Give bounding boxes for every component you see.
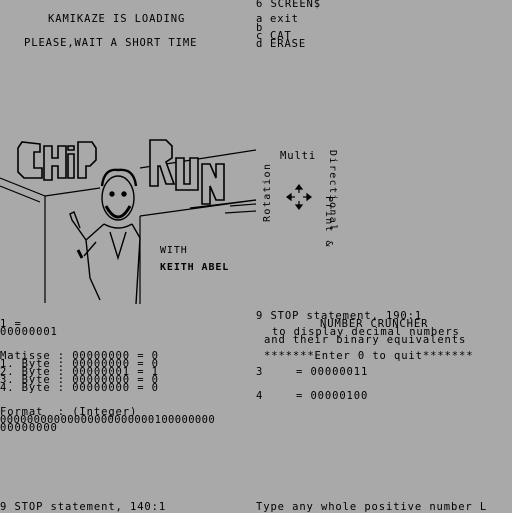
logo-run [149, 139, 225, 205]
wait-message: PLEASE,WAIT A SHORT TIME [24, 37, 198, 49]
result-number: 3 [256, 366, 264, 378]
status-line: 9 STOP statement, 140:1 [0, 501, 167, 513]
title-artwork [0, 128, 256, 304]
title-artwork-svg [0, 139, 256, 304]
logo-chip [17, 141, 97, 181]
cruncher-subtitle: and their binary equivalents [264, 334, 467, 346]
keith-figure [69, 168, 141, 304]
side-label-rotation: Rotation [262, 162, 273, 222]
binary-value: 00000001 [0, 326, 58, 338]
side-label-print: Print & [323, 196, 334, 248]
result-binary: = 00000011 [296, 366, 369, 378]
menu-key: d [256, 38, 264, 50]
with-label: WITH [160, 245, 188, 256]
directional-arrows-icon [286, 184, 312, 210]
side-label-multi: Multi [280, 150, 317, 162]
menu-title: 6 SCREEN$ [256, 0, 321, 10]
quit-instruction: *******Enter 0 to quit******* [264, 350, 474, 362]
loading-message: KAMIKAZE IS LOADING [48, 13, 186, 25]
format-bits: 00000000 [0, 422, 58, 434]
menu-label: exit [270, 13, 299, 25]
input-prompt[interactable]: Type any whole positive number L [256, 502, 487, 513]
author-name: KEITH ABEL [160, 262, 230, 273]
result-number: 4 [256, 390, 264, 402]
byte-row: 4. Byte : 00000000 = 0 [0, 382, 159, 394]
menu-label: ERASE [270, 38, 307, 50]
menu-item-erase[interactable]: d ERASE [256, 38, 307, 50]
result-binary: = 00000100 [296, 390, 369, 402]
